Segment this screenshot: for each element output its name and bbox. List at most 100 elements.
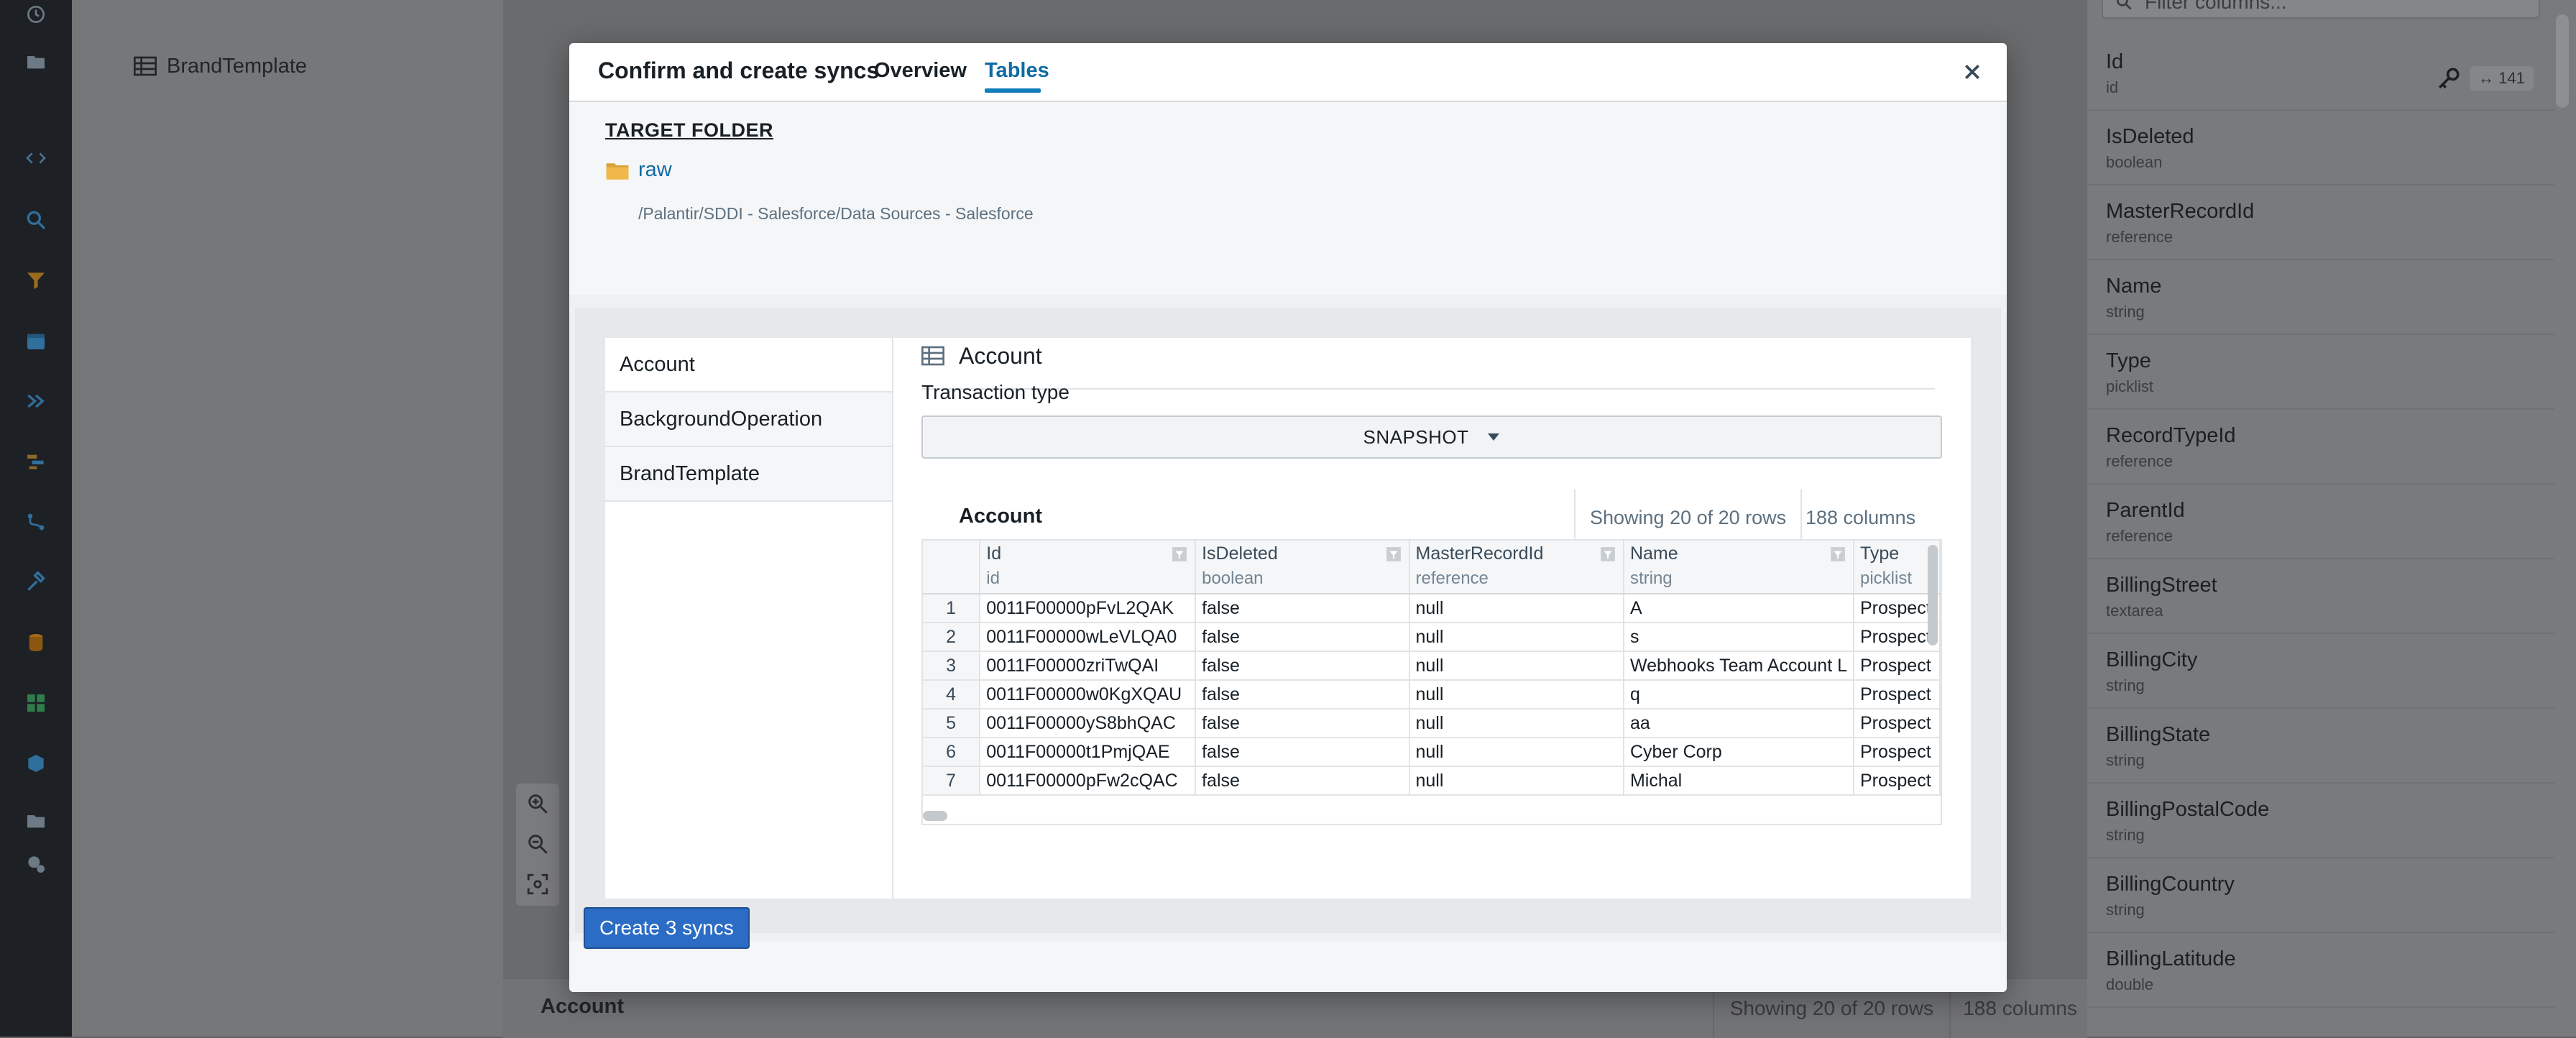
target-folder-link[interactable]: raw <box>605 158 672 182</box>
active-tab-indicator <box>985 88 1041 93</box>
vertical-scrollbar[interactable] <box>1928 545 1938 646</box>
table-cell: 0011F00000w0KgXQAU <box>980 680 1197 709</box>
calendar-icon[interactable] <box>22 326 50 355</box>
column-list-item[interactable]: BillingPostalCode string <box>2087 784 2554 858</box>
row-number: 5 <box>923 709 981 738</box>
column-list-item[interactable]: RecordTypeId reference <box>2087 410 2554 484</box>
branch-icon[interactable] <box>22 507 50 536</box>
forward-icon[interactable] <box>22 387 50 415</box>
column-name: BillingCity <box>2106 648 2198 671</box>
fit-view-icon[interactable] <box>516 864 559 904</box>
key-icon[interactable] <box>2437 66 2461 91</box>
close-button[interactable] <box>1958 58 1987 86</box>
table-cell: null <box>1409 709 1624 738</box>
background-tree-item[interactable]: BrandTemplate <box>134 49 307 83</box>
column-filter-icon[interactable] <box>1386 546 1402 562</box>
background-bottom-title: Account <box>540 995 624 1018</box>
preview-row-count: Showing 20 of 20 rows <box>1574 489 1803 546</box>
code-icon[interactable] <box>22 144 50 173</box>
column-list-item[interactable]: BillingLatitude double <box>2087 933 2554 1008</box>
background-zoom-controls <box>516 784 559 906</box>
dialog-footer <box>569 942 2007 992</box>
column-name: BillingCountry <box>2106 873 2235 896</box>
table-cell: false <box>1195 738 1410 767</box>
target-folder-path: /Palantir/SDDI - Salesforce/Data Sources… <box>638 204 1034 223</box>
table-row[interactable]: 4 0011F00000w0KgXQAU false null q Prospect <box>923 680 1941 709</box>
preview-grid: Id id IsDeleted boolean MasterRecordId refere… <box>921 539 1942 825</box>
package-icon[interactable] <box>22 850 50 878</box>
transaction-type-label: Transaction type <box>921 381 1070 403</box>
column-list-item[interactable]: BillingCity string <box>2087 634 2554 709</box>
search-icon[interactable] <box>22 206 50 234</box>
column-filter-icon[interactable] <box>1830 546 1846 562</box>
zoom-in-icon[interactable] <box>516 784 559 824</box>
dialog-title: Confirm and create syncs <box>598 58 880 83</box>
table-cell: s <box>1623 623 1855 652</box>
table-cell: null <box>1409 651 1624 681</box>
column-filter-icon[interactable] <box>1172 546 1187 562</box>
tab-tables[interactable]: Tables <box>985 59 1049 83</box>
column-header[interactable]: MasterRecordId reference <box>1409 541 1624 594</box>
table-list: Account BackgroundOperation BrandTemplat… <box>605 338 893 510</box>
table-cell: q <box>1623 680 1855 709</box>
column-list-item[interactable]: Name string <box>2087 260 2554 335</box>
column-list-item[interactable]: ParentId reference <box>2087 484 2554 559</box>
column-count: 141 <box>2498 69 2525 87</box>
table-row[interactable]: 5 0011F00000yS8bhQAC false null aa Prospect <box>923 709 1941 738</box>
column-list-item[interactable]: BillingCountry string <box>2087 858 2554 933</box>
filter-columns-input[interactable]: Filter columns... <box>2102 0 2540 19</box>
table-list-item-label: Account <box>620 352 695 376</box>
column-header-type: id <box>986 569 1000 588</box>
table-cell: false <box>1195 709 1410 738</box>
column-header[interactable]: Type picklist <box>1854 541 1941 594</box>
row-number: 3 <box>923 651 981 681</box>
column-type: string <box>2106 751 2145 769</box>
table-row[interactable]: 7 0011F00000pFw2cQAC false null Michal Prospe… <box>923 766 1941 796</box>
column-list-item[interactable]: BillingState string <box>2087 709 2554 784</box>
column-header[interactable]: Id id <box>980 541 1197 594</box>
table-cell: null <box>1409 738 1624 767</box>
filter-icon[interactable] <box>22 266 50 295</box>
column-list-item[interactable]: Type picklist <box>2087 335 2554 410</box>
gantt-icon[interactable] <box>22 447 50 476</box>
cube-icon[interactable] <box>22 749 50 778</box>
table-list-item-account[interactable]: Account <box>605 338 893 392</box>
grid-icon[interactable] <box>22 689 50 717</box>
column-name: IsDeleted <box>2106 125 2194 148</box>
table-cell: false <box>1195 594 1410 623</box>
target-folder-label: TARGET FOLDER <box>605 119 773 141</box>
history-icon[interactable] <box>22 0 50 29</box>
table-cell: Prospect <box>1854 680 1941 709</box>
transaction-type-select[interactable]: SNAPSHOT <box>921 415 1942 459</box>
horizontal-scrollbar[interactable] <box>923 811 947 821</box>
target-folder-name: raw <box>638 158 672 181</box>
column-list-item[interactable]: MasterRecordId reference <box>2087 185 2554 260</box>
column-filter-icon[interactable] <box>1600 546 1616 562</box>
row-number: 4 <box>923 680 981 709</box>
folder-open-icon[interactable] <box>22 807 50 835</box>
transaction-type-value: SNAPSHOT <box>1363 426 1469 448</box>
table-row[interactable]: 1 0011F00000pFvL2QAK false null A Prospect <box>923 594 1941 623</box>
table-cell: Cyber Corp <box>1623 738 1855 767</box>
column-header[interactable]: IsDeleted boolean <box>1195 541 1410 594</box>
column-list-item[interactable]: IsDeleted boolean <box>2087 111 2554 185</box>
column-header[interactable]: Name string <box>1623 541 1855 594</box>
table-list-item-backgroundoperation[interactable]: BackgroundOperation <box>605 392 893 447</box>
table-row[interactable]: 6 0011F00000t1PmjQAE false null Cyber Corp Pr… <box>923 738 1941 767</box>
column-header-type: reference <box>1415 569 1489 588</box>
folder-icon[interactable] <box>22 47 50 76</box>
zoom-out-icon[interactable] <box>516 824 559 864</box>
table-cell: Prospect <box>1854 623 1941 652</box>
table-list-item-brandtemplate[interactable]: BrandTemplate <box>605 447 893 502</box>
table-row[interactable]: 3 0011F00000zriTwQAI false null Webhooks Tea… <box>923 651 1941 681</box>
create-syncs-button[interactable]: Create 3 syncs <box>584 907 750 949</box>
table-cell: false <box>1195 766 1410 796</box>
table-row[interactable]: 2 0011F00000wLeVLQA0 false null s Prospect <box>923 623 1941 652</box>
database-icon[interactable] <box>22 628 50 657</box>
table-cell: null <box>1409 680 1624 709</box>
hammer-icon[interactable] <box>22 568 50 597</box>
table-cell: aa <box>1623 709 1855 738</box>
background-scrollbar[interactable] <box>2556 14 2569 108</box>
column-list-item[interactable]: BillingStreet textarea <box>2087 559 2554 634</box>
tab-overview[interactable]: Overview <box>874 59 967 83</box>
